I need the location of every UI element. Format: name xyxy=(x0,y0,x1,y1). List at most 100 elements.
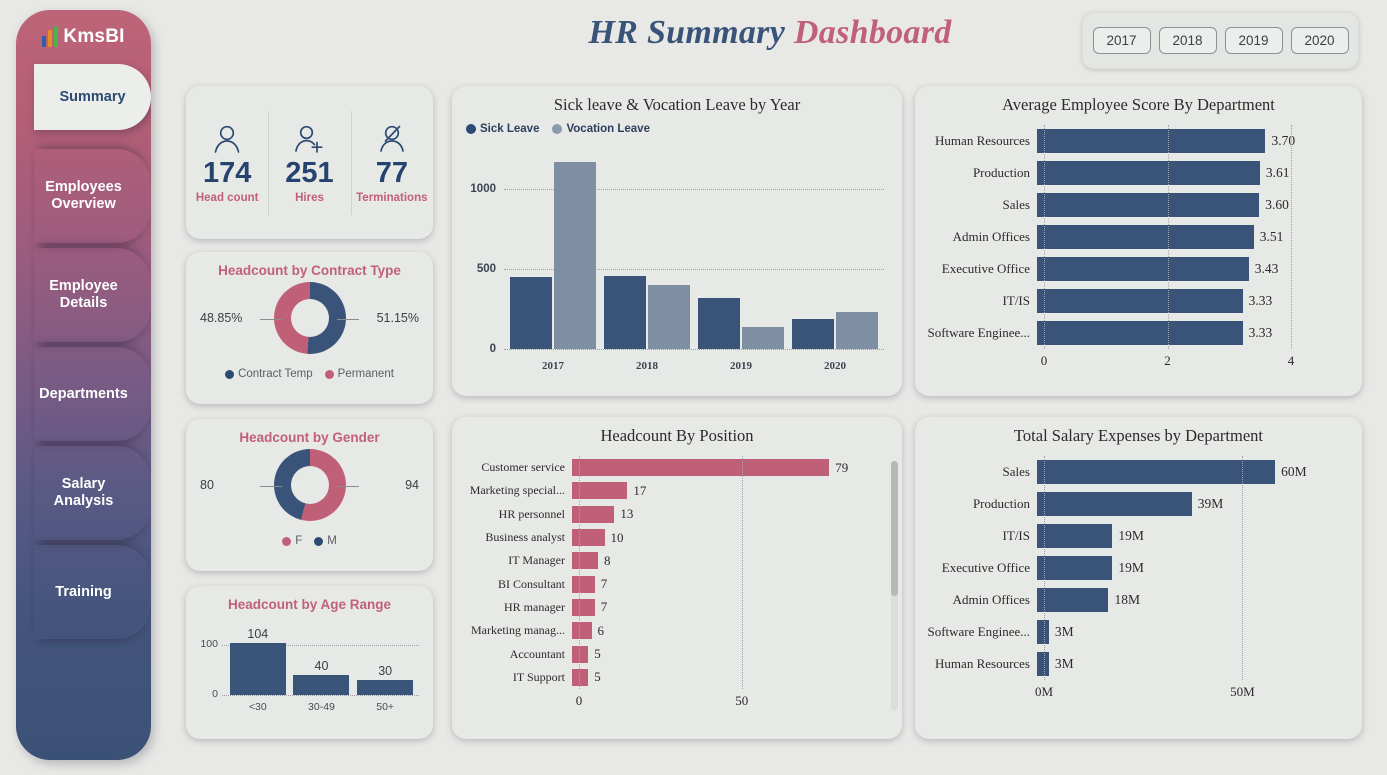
bar-row[interactable]: HR personnel 13 xyxy=(464,503,890,526)
bar-row[interactable]: Software Enginee... 3M xyxy=(927,616,1350,648)
bar-row[interactable]: BI Consultant 7 xyxy=(464,572,890,595)
contract-donut-chart[interactable]: 48.85% 51.15% xyxy=(186,282,433,358)
column-group[interactable] xyxy=(792,139,878,349)
sidebar-item-departments[interactable]: Departments xyxy=(16,361,151,427)
age-range-bar-chart[interactable]: 0 100 104 40 30 <30 30-49 50+ xyxy=(196,618,423,713)
year-button-2020[interactable]: 2020 xyxy=(1290,27,1349,54)
bar-row[interactable]: Sales 3.60 xyxy=(927,189,1350,221)
column-group[interactable] xyxy=(698,139,784,349)
legend-female[interactable]: F xyxy=(282,535,302,547)
gender-value-male: 80 xyxy=(200,478,214,492)
gender-donut-chart[interactable]: 80 94 xyxy=(186,449,433,525)
age-bar[interactable] xyxy=(293,675,350,695)
bar-row[interactable]: Marketing special... 17 xyxy=(464,479,890,502)
bar-row[interactable]: Software Enginee... 3.33 xyxy=(927,317,1350,349)
bar[interactable] xyxy=(1037,556,1113,580)
column-group[interactable] xyxy=(604,139,690,349)
age-bar[interactable] xyxy=(229,643,286,695)
bar[interactable] xyxy=(1037,225,1254,249)
age-bar-item[interactable]: 30 xyxy=(357,664,414,695)
bar[interactable] xyxy=(1037,321,1243,345)
salary-expenses-bar-chart[interactable]: Sales 60M Production 39M IT/IS 19M Executive O… xyxy=(927,456,1350,680)
bar-row[interactable]: Accountant 5 xyxy=(464,642,890,665)
bar[interactable] xyxy=(1037,129,1266,153)
bar[interactable] xyxy=(1037,620,1049,644)
year-button-2017[interactable]: 2017 xyxy=(1092,27,1151,54)
brand-logo: KmsBI xyxy=(16,10,151,64)
sidebar-item-salary-analysis[interactable]: Salary Analysis xyxy=(16,460,151,526)
sidebar-item-employee-details[interactable]: Employee Details xyxy=(16,262,151,328)
year-button-2018[interactable]: 2018 xyxy=(1158,27,1217,54)
age-bar-item[interactable]: 40 xyxy=(293,659,350,695)
bar[interactable] xyxy=(572,459,830,477)
bar[interactable] xyxy=(572,482,628,500)
sidebar-item-summary[interactable]: Summary xyxy=(34,64,151,130)
sidebar-item-training[interactable]: Training xyxy=(16,559,151,625)
gridline xyxy=(579,456,580,689)
bar-row[interactable]: Marketing manag... 6 xyxy=(464,619,890,642)
kpi-terminations[interactable]: 77 Terminations xyxy=(350,107,433,219)
dashboard-root: KmsBI Summary Employees Overview Employee De… xyxy=(0,0,1387,775)
bar[interactable] xyxy=(1037,460,1276,484)
column-bar[interactable] xyxy=(836,312,878,349)
bar[interactable] xyxy=(572,552,599,570)
bar-row[interactable]: Admin Offices 18M xyxy=(927,584,1350,616)
bar[interactable] xyxy=(1037,652,1049,676)
bar-row[interactable]: Production 3.61 xyxy=(927,157,1350,189)
gridline xyxy=(741,456,743,689)
legend-sick-leave[interactable]: Sick Leave xyxy=(466,123,539,135)
bar[interactable] xyxy=(1037,588,1109,612)
bar-row[interactable]: Production 39M xyxy=(927,488,1350,520)
bar[interactable] xyxy=(572,668,589,686)
bar-row[interactable]: Executive Office 19M xyxy=(927,552,1350,584)
bar-row[interactable]: HR manager 7 xyxy=(464,596,890,619)
legend-permanent[interactable]: Permanent xyxy=(324,368,394,380)
position-scrollbar-thumb[interactable] xyxy=(891,461,898,596)
sidebar-item-employees-overview[interactable]: Employees Overview xyxy=(16,163,151,229)
legend-male[interactable]: M xyxy=(314,535,337,547)
column-group[interactable] xyxy=(510,139,596,349)
bar[interactable] xyxy=(1037,492,1192,516)
column-bar[interactable] xyxy=(742,327,784,349)
bar-row[interactable]: Executive Office 3.43 xyxy=(927,253,1350,285)
bar-row[interactable]: IT/IS 3.33 xyxy=(927,285,1350,317)
column-bar[interactable] xyxy=(792,318,834,349)
bar-row[interactable]: IT/IS 19M xyxy=(927,520,1350,552)
column-bar[interactable] xyxy=(510,276,552,349)
bar[interactable] xyxy=(1037,161,1260,185)
legend-contract-temp[interactable]: Contract Temp xyxy=(225,368,313,380)
bar-row[interactable]: IT Support 5 xyxy=(464,666,890,689)
bar-row[interactable]: Admin Offices 3.51 xyxy=(927,221,1350,253)
position-scrollbar[interactable] xyxy=(891,461,898,711)
column-bar[interactable] xyxy=(648,284,690,349)
age-bar-item[interactable]: 104 xyxy=(229,627,286,695)
bar-row[interactable]: Business analyst 10 xyxy=(464,526,890,549)
average-score-bar-chart[interactable]: Human Resources 3.70 Production 3.61 Sales 3.… xyxy=(927,125,1350,349)
bar[interactable] xyxy=(1037,289,1243,313)
bar[interactable] xyxy=(1037,193,1260,217)
column-bar[interactable] xyxy=(554,162,596,349)
sick-vocation-plot[interactable]: 0 500 1000 2017 2018 2019 2020 xyxy=(466,139,888,374)
year-button-2019[interactable]: 2019 xyxy=(1224,27,1283,54)
kpi-headcount[interactable]: 174 Head count xyxy=(186,107,268,219)
bar[interactable] xyxy=(1037,524,1113,548)
column-bar[interactable] xyxy=(604,276,646,349)
bar[interactable] xyxy=(572,598,595,616)
bar-row[interactable]: Human Resources 3M xyxy=(927,648,1350,680)
headcount-position-bar-chart[interactable]: Customer service 79 Marketing special... 17… xyxy=(464,456,890,689)
kpi-hires[interactable]: 251 Hires xyxy=(268,107,350,219)
bar[interactable] xyxy=(572,529,605,547)
bar-track: 5 xyxy=(572,666,890,689)
bar[interactable] xyxy=(572,645,589,663)
age-bar[interactable] xyxy=(357,680,414,695)
legend-vocation-leave[interactable]: Vocation Leave xyxy=(552,123,650,135)
bar-row[interactable]: Human Resources 3.70 xyxy=(927,125,1350,157)
bar[interactable] xyxy=(572,575,595,593)
bar-row[interactable]: Customer service 79 xyxy=(464,456,890,479)
bar-track: 3.61 xyxy=(1037,157,1350,189)
bar[interactable] xyxy=(1037,257,1249,281)
column-bar[interactable] xyxy=(698,297,740,349)
bar-row[interactable]: Sales 60M xyxy=(927,456,1350,488)
bar[interactable] xyxy=(572,622,592,640)
bar-row[interactable]: IT Manager 8 xyxy=(464,549,890,572)
